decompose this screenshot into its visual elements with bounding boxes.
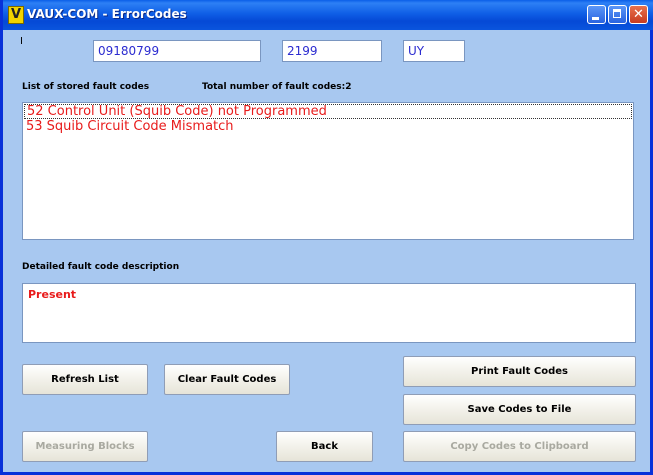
refresh-list-button[interactable]: Refresh List <box>22 364 148 395</box>
list-item[interactable]: 53 Squib Circuit Code Mismatch <box>23 119 633 134</box>
code-field[interactable]: UY <box>403 40 465 62</box>
description-label: Detailed fault code description <box>22 262 180 272</box>
part-number-field[interactable]: 09180799 <box>93 40 261 62</box>
fault-list-label: List of stored fault codes <box>22 82 150 92</box>
clear-fault-codes-button[interactable]: Clear Fault Codes <box>164 364 290 395</box>
print-fault-codes-button[interactable]: Print Fault Codes <box>403 356 636 387</box>
copy-codes-to-clipboard-button[interactable]: Copy Codes to Clipboard <box>403 431 636 462</box>
title-bar[interactable]: V VAUX-COM - ErrorCodes ✕ <box>3 0 653 30</box>
save-codes-to-file-button[interactable]: Save Codes to File <box>403 394 636 425</box>
maximize-button[interactable] <box>608 5 627 24</box>
close-button[interactable]: ✕ <box>629 5 648 24</box>
close-icon: ✕ <box>633 7 644 22</box>
back-button[interactable]: Back <box>276 431 373 462</box>
status-indicator: I <box>20 36 23 47</box>
total-fault-count: Total number of fault codes:2 <box>202 82 352 92</box>
fault-code-list[interactable]: 52 Control Unit (Squib Code) not Program… <box>22 102 634 240</box>
app-icon: V <box>8 6 24 24</box>
list-item[interactable]: 52 Control Unit (Squib Code) not Program… <box>24 104 632 119</box>
error-codes-window: V VAUX-COM - ErrorCodes ✕ I 09180799 219… <box>0 0 653 475</box>
maximize-icon <box>609 6 626 23</box>
software-version-field[interactable]: 2199 <box>282 40 382 62</box>
fault-description-box[interactable]: Present <box>22 283 636 343</box>
minimize-button[interactable] <box>587 5 606 24</box>
minimize-icon <box>588 6 605 23</box>
window-title: VAUX-COM - ErrorCodes <box>27 7 187 21</box>
measuring-blocks-button[interactable]: Measuring Blocks <box>22 431 148 462</box>
